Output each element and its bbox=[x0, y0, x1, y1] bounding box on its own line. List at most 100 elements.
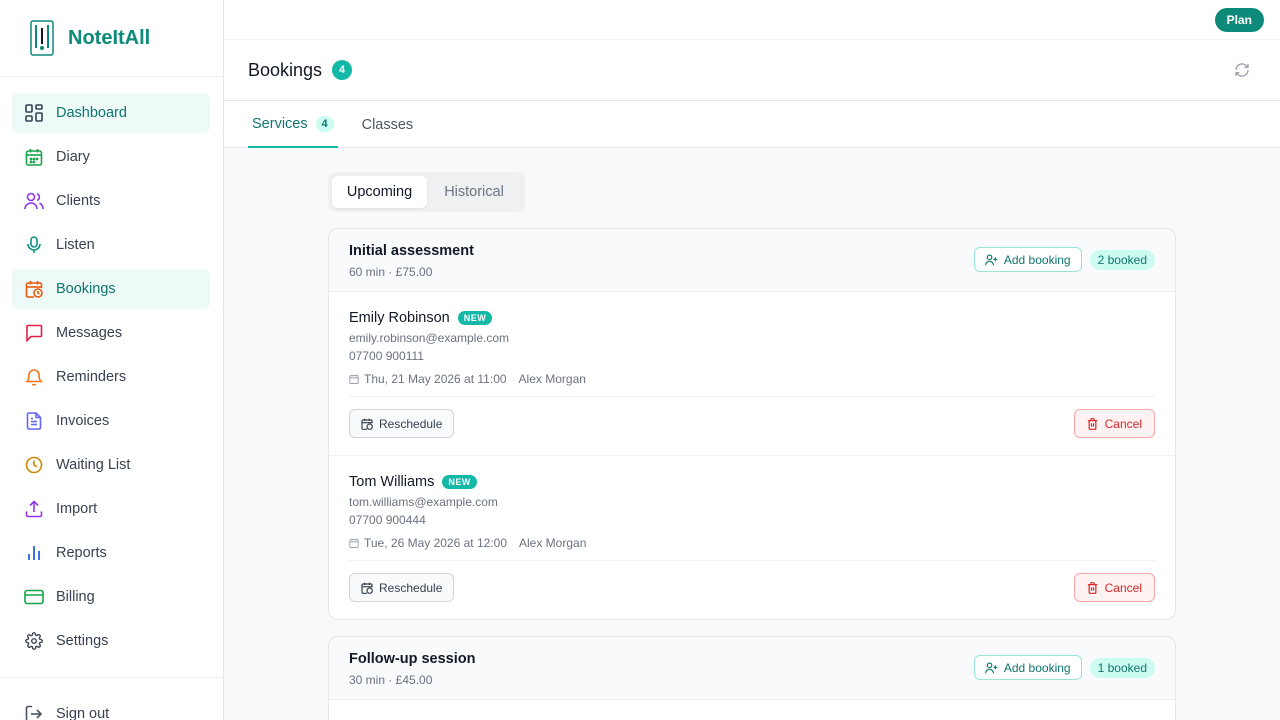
client-name[interactable]: Tom Williams bbox=[349, 474, 434, 490]
trash-icon bbox=[1087, 417, 1097, 430]
sidebar-item-listen[interactable]: Listen bbox=[12, 225, 210, 265]
calendar-small-icon bbox=[349, 374, 359, 384]
sidebar-item-label: Listen bbox=[56, 237, 95, 253]
plan-button[interactable]: Plan bbox=[1214, 8, 1264, 32]
sidebar-item-label: Import bbox=[56, 501, 98, 517]
booking-datetime: Tue, 26 May 2026 at 12:00 bbox=[364, 536, 507, 550]
top-bar: Plan bbox=[224, 0, 1280, 40]
dashboard-icon bbox=[24, 103, 44, 123]
reschedule-label: Reschedule bbox=[379, 416, 443, 431]
sidebar-item-clients[interactable]: Clients bbox=[12, 181, 210, 221]
booked-count-badge: 2 booked bbox=[1089, 249, 1155, 270]
add-user-icon bbox=[984, 662, 998, 673]
sidebar-item-dashboard[interactable]: Dashboard bbox=[12, 93, 210, 133]
sidebar-item-bookings[interactable]: Bookings bbox=[12, 269, 210, 309]
add-booking-label: Add booking bbox=[1003, 660, 1071, 675]
calendar-small-icon bbox=[349, 538, 359, 548]
booking-row: Emily Robinson NEW emily.robinson@exampl… bbox=[329, 292, 1175, 456]
sidebar-item-label: Bookings bbox=[56, 281, 116, 297]
sidebar-item-label: Waiting List bbox=[56, 457, 131, 473]
tab-count-badge: 4 bbox=[315, 115, 334, 132]
booked-count-badge: 1 booked bbox=[1089, 657, 1155, 678]
calendar-clock-icon bbox=[24, 279, 44, 299]
cancel-label: Cancel bbox=[1104, 416, 1142, 431]
tab-services[interactable]: Services 4 bbox=[248, 101, 338, 148]
upload-icon bbox=[24, 499, 44, 519]
add-user-icon bbox=[984, 254, 998, 265]
service-card: Follow-up session 30 min · £45.00 Add bo… bbox=[328, 636, 1176, 720]
sidebar: NoteItAll Dashboard Diary Clients Listen bbox=[0, 0, 224, 720]
service-card: Initial assessment 60 min · £75.00 Add b… bbox=[328, 228, 1176, 620]
booking-datetime: Thu, 21 May 2026 at 11:00 bbox=[364, 372, 507, 386]
client-email: tom.williams@example.com bbox=[349, 495, 498, 509]
sidebar-item-billing[interactable]: Billing bbox=[12, 577, 210, 617]
sidebar-item-label: Reports bbox=[56, 545, 107, 561]
sidebar-item-reports[interactable]: Reports bbox=[12, 533, 210, 573]
sidebar-item-diary[interactable]: Diary bbox=[12, 137, 210, 177]
sidebar-footer: Sign out bbox=[0, 677, 223, 720]
tab-label: Services bbox=[252, 115, 308, 132]
clock-icon bbox=[24, 455, 44, 475]
calendar-icon bbox=[24, 147, 44, 167]
sidebar-item-label: Dashboard bbox=[56, 105, 127, 121]
client-phone: 07700 900111 bbox=[349, 349, 424, 363]
page-header: Bookings 4 bbox=[224, 40, 1280, 101]
upcoming-toggle[interactable]: Upcoming bbox=[332, 176, 427, 208]
reschedule-button[interactable]: Reschedule bbox=[349, 409, 455, 438]
service-actions: Add booking 1 booked bbox=[973, 655, 1155, 680]
cancel-label: Cancel bbox=[1104, 580, 1142, 595]
users-icon bbox=[24, 191, 44, 211]
sidebar-item-label: Clients bbox=[56, 193, 101, 209]
sidebar-item-settings[interactable]: Settings bbox=[12, 621, 210, 661]
divider bbox=[349, 560, 1155, 561]
sidebar-item-waiting-list[interactable]: Waiting List bbox=[12, 445, 210, 485]
refresh-icon[interactable] bbox=[1232, 60, 1252, 80]
add-booking-label: Add booking bbox=[1003, 252, 1071, 267]
booking-tabs: Services 4 Classes bbox=[224, 101, 1280, 148]
logout-icon bbox=[24, 704, 44, 720]
add-booking-button[interactable]: Add booking bbox=[973, 655, 1082, 680]
sidebar-item-messages[interactable]: Messages bbox=[12, 313, 210, 353]
reschedule-label: Reschedule bbox=[379, 580, 443, 595]
page-title: Bookings bbox=[248, 59, 323, 80]
service-header: Initial assessment 60 min · £75.00 Add b… bbox=[329, 229, 1175, 292]
tab-label: Classes bbox=[361, 116, 414, 133]
document-icon bbox=[24, 411, 44, 431]
booking-row: Tom Williams NEW tom.williams@example.co… bbox=[329, 456, 1175, 619]
new-client-badge: NEW bbox=[457, 311, 493, 325]
bookings-count-badge: 4 bbox=[332, 60, 353, 80]
trash-icon bbox=[1087, 581, 1097, 594]
brand[interactable]: NoteItAll bbox=[0, 0, 223, 77]
logo-icon bbox=[30, 20, 54, 56]
cancel-button[interactable]: Cancel bbox=[1073, 409, 1155, 438]
service-actions: Add booking 2 booked bbox=[973, 247, 1155, 272]
sidebar-item-import[interactable]: Import bbox=[12, 489, 210, 529]
credit-card-icon bbox=[24, 587, 44, 607]
time-filter-toggle: Upcoming Historical bbox=[328, 172, 525, 212]
sidebar-item-label: Messages bbox=[56, 325, 123, 341]
sidebar-item-invoices[interactable]: Invoices bbox=[12, 401, 210, 441]
sidebar-item-reminders[interactable]: Reminders bbox=[12, 357, 210, 397]
sidebar-item-label: Settings bbox=[56, 633, 109, 649]
message-icon bbox=[24, 323, 44, 343]
bell-icon bbox=[24, 367, 44, 387]
client-name[interactable]: Emily Robinson bbox=[349, 310, 450, 326]
practitioner-name: Alex Morgan bbox=[518, 372, 586, 386]
sidebar-nav: Dashboard Diary Clients Listen Bookings bbox=[0, 77, 223, 661]
reschedule-button[interactable]: Reschedule bbox=[349, 573, 455, 602]
historical-toggle[interactable]: Historical bbox=[427, 176, 521, 208]
sign-out-button[interactable]: Sign out bbox=[0, 694, 223, 720]
client-phone: 07700 900444 bbox=[349, 513, 426, 527]
app-name: NoteItAll bbox=[68, 26, 151, 49]
gear-icon bbox=[24, 631, 44, 651]
bar-chart-icon bbox=[24, 543, 44, 563]
new-client-badge: NEW bbox=[442, 475, 477, 489]
add-booking-button[interactable]: Add booking bbox=[973, 247, 1082, 272]
sign-out-label: Sign out bbox=[56, 706, 110, 720]
sidebar-item-label: Diary bbox=[56, 149, 90, 165]
tab-classes[interactable]: Classes bbox=[358, 101, 418, 148]
calendar-clock-icon bbox=[361, 418, 373, 430]
service-header: Follow-up session 30 min · £45.00 Add bo… bbox=[329, 637, 1175, 700]
practitioner-name: Alex Morgan bbox=[519, 536, 587, 550]
cancel-button[interactable]: Cancel bbox=[1073, 573, 1155, 602]
